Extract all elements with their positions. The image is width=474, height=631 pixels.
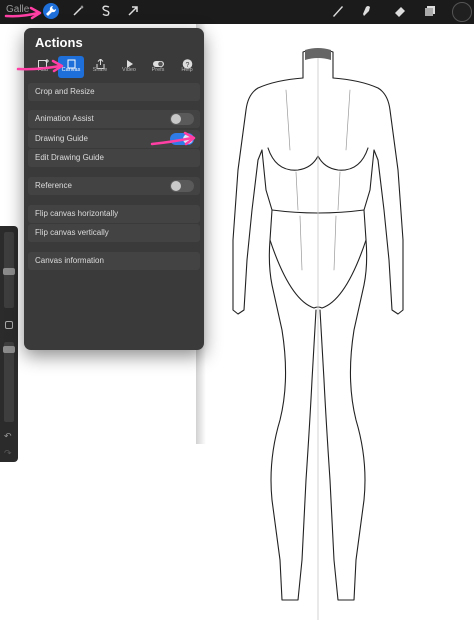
eraser-icon[interactable]: [392, 3, 408, 19]
smudge-icon[interactable]: [358, 3, 374, 19]
annotation-arrow-wrench: [4, 6, 42, 20]
modify-button[interactable]: [5, 321, 13, 329]
reference-toggle[interactable]: [170, 180, 194, 192]
row-label: Flip canvas vertically: [35, 228, 109, 237]
tab-label: Prefs: [151, 67, 165, 73]
tab-label: Share: [92, 67, 108, 73]
play-icon: [124, 56, 135, 68]
row-label: Drawing Guide: [35, 134, 88, 143]
tab-label: Help: [181, 67, 193, 73]
brush-icon[interactable]: [330, 3, 346, 19]
row-label: Flip canvas horizontally: [35, 209, 119, 218]
annotation-arrow-drawing-guide: [150, 131, 196, 146]
row-label: Reference: [35, 181, 72, 190]
brush-size-thumb[interactable]: [3, 268, 15, 275]
layers-icon[interactable]: [422, 3, 438, 19]
selection-s-icon[interactable]: [98, 3, 114, 19]
row-label: Edit Drawing Guide: [35, 153, 104, 162]
opacity-slider[interactable]: [4, 342, 14, 422]
sidebar-sliders: ↶ ↷: [0, 226, 18, 462]
crop-resize-row[interactable]: Crop and Resize: [28, 83, 200, 101]
opacity-thumb[interactable]: [3, 346, 15, 353]
color-picker-swatch[interactable]: [452, 2, 472, 22]
top-toolbar: Galle: [0, 0, 474, 24]
procreate-screen: Galle ↶ ↷ Actions Add Canvas Share Video…: [0, 0, 474, 631]
magic-wand-icon[interactable]: [70, 3, 86, 19]
toggle-knob: [171, 114, 181, 124]
row-label: Animation Assist: [35, 114, 94, 123]
reference-row: Reference: [28, 177, 200, 195]
redo-icon[interactable]: ↷: [4, 448, 12, 459]
actions-panel: Actions Add Canvas Share Video Prefs ? H…: [24, 28, 204, 350]
tab-share[interactable]: Share: [87, 56, 113, 78]
tab-label: Video: [122, 67, 136, 73]
edit-drawing-guide-row[interactable]: Edit Drawing Guide: [28, 149, 200, 167]
toggle-prefs-icon: [152, 56, 164, 67]
row-label: Canvas information: [35, 256, 104, 265]
animation-assist-toggle[interactable]: [170, 113, 194, 125]
row-label: Crop and Resize: [35, 87, 95, 96]
canvas-information-row[interactable]: Canvas information: [28, 252, 200, 270]
help-icon: ?: [182, 56, 193, 69]
tab-prefs[interactable]: Prefs: [145, 56, 171, 78]
share-icon: [95, 56, 106, 69]
wrench-icon[interactable]: [43, 3, 59, 19]
tab-video[interactable]: Video: [116, 56, 142, 78]
tab-help[interactable]: ? Help: [174, 56, 200, 78]
canvas-icon: [66, 56, 77, 69]
undo-icon[interactable]: ↶: [4, 431, 12, 442]
annotation-arrow-canvas-tab: [16, 59, 64, 73]
animation-assist-row: Animation Assist: [28, 110, 200, 128]
panel-title: Actions: [35, 35, 83, 50]
transform-arrow-icon[interactable]: [125, 3, 141, 19]
toggle-knob: [171, 181, 181, 191]
flip-horizontal-row[interactable]: Flip canvas horizontally: [28, 205, 200, 223]
flip-vertical-row[interactable]: Flip canvas vertically: [28, 224, 200, 242]
